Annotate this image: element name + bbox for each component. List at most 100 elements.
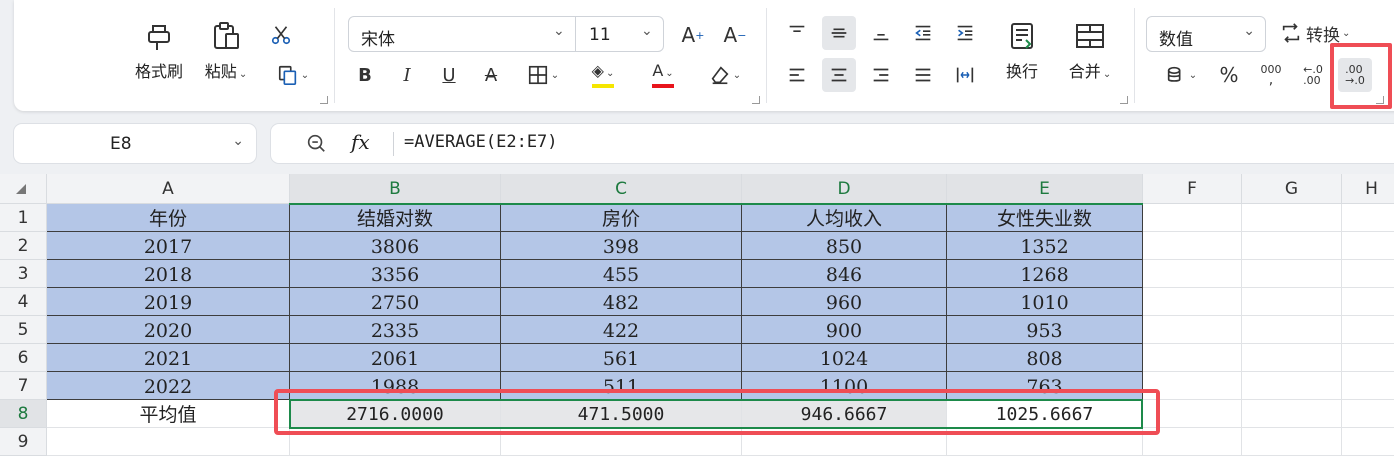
decrease-font-size-icon[interactable]: A − — [718, 18, 752, 52]
align-top-icon[interactable] — [780, 16, 814, 50]
table-cell[interactable]: 2022 — [47, 372, 290, 400]
alignment-group-expand-icon[interactable] — [1120, 96, 1128, 104]
font-color-icon[interactable]: A ⌄ — [640, 58, 686, 92]
row-header-3[interactable]: 3 — [0, 260, 47, 288]
row-header-5[interactable]: 5 — [0, 316, 47, 344]
row-header-6[interactable]: 6 — [0, 344, 47, 372]
distributed-align-icon[interactable] — [948, 58, 982, 92]
row-header-4[interactable]: 4 — [0, 288, 47, 316]
empty-cell[interactable] — [1242, 372, 1342, 400]
empty-cell[interactable] — [1342, 204, 1394, 232]
scissors-icon[interactable] — [264, 18, 298, 52]
table-header-cell[interactable]: 房价 — [501, 204, 742, 232]
empty-cell[interactable] — [1143, 232, 1242, 260]
chevron-down-icon[interactable]: ⌄ — [641, 23, 653, 39]
empty-cell[interactable] — [1342, 344, 1394, 372]
number-format-selector[interactable]: 数值 ⌄ — [1146, 16, 1266, 52]
clipboard-group-expand-icon[interactable] — [320, 96, 328, 104]
table-cell[interactable]: 482 — [501, 288, 742, 316]
table-cell[interactable]: 2017 — [47, 232, 290, 260]
wrap-text-button[interactable]: 换行 — [996, 20, 1048, 82]
column-header-e[interactable]: E — [947, 174, 1143, 204]
merge-cells-button[interactable]: 合并 ⌄ — [1058, 20, 1122, 82]
chevron-down-icon[interactable]: ⌄ — [1243, 23, 1255, 39]
table-cell[interactable]: 850 — [742, 232, 947, 260]
row-header-1[interactable]: 1 — [0, 204, 47, 232]
table-cell[interactable]: 561 — [501, 344, 742, 372]
align-center-icon[interactable] — [822, 58, 856, 92]
empty-cell[interactable] — [1242, 204, 1342, 232]
align-middle-icon[interactable] — [822, 16, 856, 50]
table-cell[interactable]: 2335 — [290, 316, 501, 344]
italic-icon[interactable]: I — [390, 58, 424, 92]
empty-cell[interactable] — [1342, 232, 1394, 260]
row-header-2[interactable]: 2 — [0, 232, 47, 260]
percent-icon[interactable]: % — [1212, 58, 1246, 92]
row-header-7[interactable]: 7 — [0, 372, 47, 400]
empty-cell[interactable] — [1242, 288, 1342, 316]
table-header-cell[interactable]: 人均收入 — [742, 204, 947, 232]
column-header-h[interactable]: H — [1342, 174, 1394, 204]
table-cell[interactable]: 398 — [501, 232, 742, 260]
empty-cell[interactable] — [1342, 428, 1394, 456]
table-cell[interactable]: 3806 — [290, 232, 501, 260]
copy-icon[interactable]: ⌄ — [270, 58, 316, 92]
row-header-8[interactable]: 8 — [0, 400, 47, 428]
name-box-value[interactable]: E8 — [110, 134, 132, 154]
number-format-value[interactable]: 数值 — [1159, 25, 1193, 50]
align-bottom-icon[interactable] — [864, 16, 898, 50]
table-header-cell[interactable]: 年份 — [47, 204, 290, 232]
chevron-down-icon[interactable]: ⌄ — [553, 23, 565, 39]
font-size-value[interactable]: 11 — [589, 25, 611, 45]
empty-cell[interactable] — [1242, 428, 1342, 456]
table-cell[interactable]: 808 — [947, 344, 1143, 372]
column-header-c[interactable]: C — [501, 174, 742, 204]
table-cell[interactable]: 422 — [501, 316, 742, 344]
underline-icon[interactable]: U — [432, 58, 466, 92]
align-right-icon[interactable] — [864, 58, 898, 92]
zoom-icon[interactable] — [305, 132, 327, 154]
select-all-corner[interactable] — [0, 174, 47, 204]
row-header-9[interactable]: 9 — [0, 428, 47, 456]
empty-cell[interactable] — [1242, 232, 1342, 260]
empty-cell[interactable] — [1342, 288, 1394, 316]
table-cell[interactable]: 455 — [501, 260, 742, 288]
table-cell[interactable]: 2018 — [47, 260, 290, 288]
eraser-icon[interactable]: ⌄ — [700, 58, 750, 92]
table-cell[interactable]: 1352 — [947, 232, 1143, 260]
justify-icon[interactable] — [906, 58, 940, 92]
font-selector[interactable]: 宋体 ⌄ 11 ⌄ — [348, 16, 664, 52]
name-box[interactable]: E8 ⌄ — [14, 124, 256, 163]
chevron-down-icon[interactable]: ⌄ — [232, 133, 244, 149]
table-header-cell[interactable]: 结婚对数 — [290, 204, 501, 232]
strikethrough-icon[interactable]: A — [474, 58, 508, 92]
empty-cell[interactable] — [1342, 372, 1394, 400]
increase-decimal-icon[interactable]: ←.0.00 — [1296, 58, 1330, 92]
table-cell[interactable]: 1268 — [947, 260, 1143, 288]
table-header-cell[interactable]: 女性失业数 — [947, 204, 1143, 232]
table-cell[interactable]: 846 — [742, 260, 947, 288]
currency-icon[interactable]: ⌄ — [1158, 58, 1204, 92]
average-label-cell[interactable]: 平均值 — [47, 400, 290, 428]
empty-cell[interactable] — [1143, 204, 1242, 232]
empty-cell[interactable] — [1242, 400, 1342, 428]
column-header-d[interactable]: D — [742, 174, 947, 204]
empty-cell[interactable] — [1342, 400, 1394, 428]
format-painter-button[interactable]: 格式刷 — [130, 20, 188, 82]
empty-cell[interactable] — [1143, 288, 1242, 316]
paste-button[interactable]: 粘贴 ⌄ — [200, 20, 252, 82]
column-header-a[interactable]: A — [47, 174, 290, 204]
empty-cell[interactable] — [1242, 260, 1342, 288]
increase-font-size-icon[interactable]: A + — [676, 18, 710, 52]
column-header-g[interactable]: G — [1242, 174, 1342, 204]
font-name-value[interactable]: 宋体 — [361, 25, 395, 50]
bold-icon[interactable]: B — [348, 58, 382, 92]
font-group-expand-icon[interactable] — [752, 96, 760, 104]
table-cell[interactable]: 2019 — [47, 288, 290, 316]
formula-input[interactable]: =AVERAGE(E2:E7) — [404, 132, 558, 152]
thousands-separator-icon[interactable]: 000, — [1254, 58, 1288, 92]
empty-cell[interactable] — [1143, 344, 1242, 372]
empty-cell[interactable] — [1342, 316, 1394, 344]
empty-cell[interactable] — [1143, 316, 1242, 344]
chevron-down-icon[interactable]: ⌄ — [239, 69, 247, 80]
